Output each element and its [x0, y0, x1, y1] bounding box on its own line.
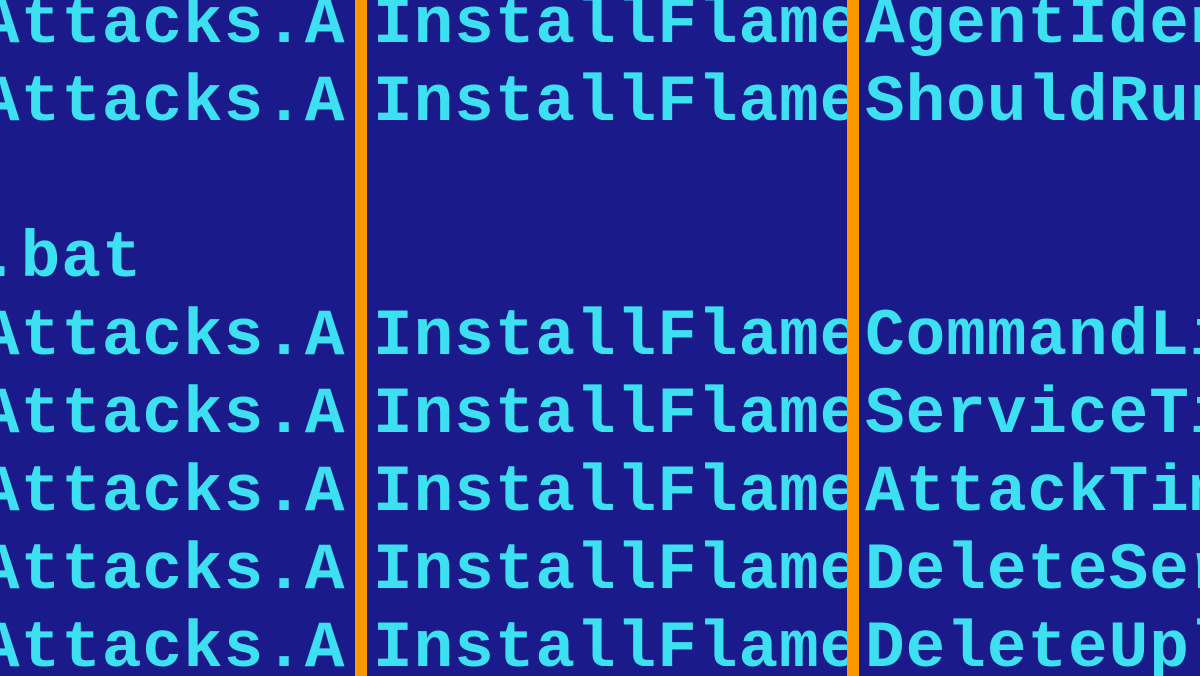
cell-blank: [865, 142, 1200, 220]
cell-text: InstallFlame: [373, 610, 847, 676]
column-divider: [355, 0, 367, 676]
cell-text: CommandLin: [865, 298, 1200, 376]
cell-text: InstallFlame: [373, 298, 847, 376]
cell-text: ServiceTim: [865, 376, 1200, 454]
cell-text: Attacks.A: [0, 0, 355, 64]
cell-text: DeleteServ: [865, 532, 1200, 610]
cell-blank: [0, 142, 355, 220]
cell-text: InstallFlame: [373, 0, 847, 64]
cell-text: .bat: [0, 220, 355, 298]
column-divider: [847, 0, 859, 676]
column-member: AgentIdent ShouldRunC CommandLin Service…: [859, 0, 1200, 676]
cell-text: ShouldRunC: [865, 64, 1200, 142]
cell-text: InstallFlame: [373, 454, 847, 532]
cell-text: InstallFlame: [373, 376, 847, 454]
cell-text: DeleteUpl: [865, 610, 1200, 676]
cell-text: Attacks.A: [0, 610, 355, 676]
terminal-output: Attacks.A Attacks.A .bat Attacks.A Attac…: [0, 0, 1200, 676]
cell-blank: [373, 220, 847, 298]
cell-text: InstallFlame: [373, 532, 847, 610]
cell-blank: [865, 220, 1200, 298]
column-namespace: Attacks.A Attacks.A .bat Attacks.A Attac…: [0, 0, 355, 676]
cell-text: AttackTime: [865, 454, 1200, 532]
cell-text: Attacks.A: [0, 532, 355, 610]
cell-text: Attacks.A: [0, 376, 355, 454]
column-module: InstallFlame InstallFlame InstallFlame I…: [367, 0, 847, 676]
cell-text: Attacks.A: [0, 298, 355, 376]
cell-text: Attacks.A: [0, 64, 355, 142]
cell-text: AgentIdent: [865, 0, 1200, 64]
cell-text: Attacks.A: [0, 454, 355, 532]
cell-text: InstallFlame: [373, 64, 847, 142]
cell-blank: [373, 142, 847, 220]
